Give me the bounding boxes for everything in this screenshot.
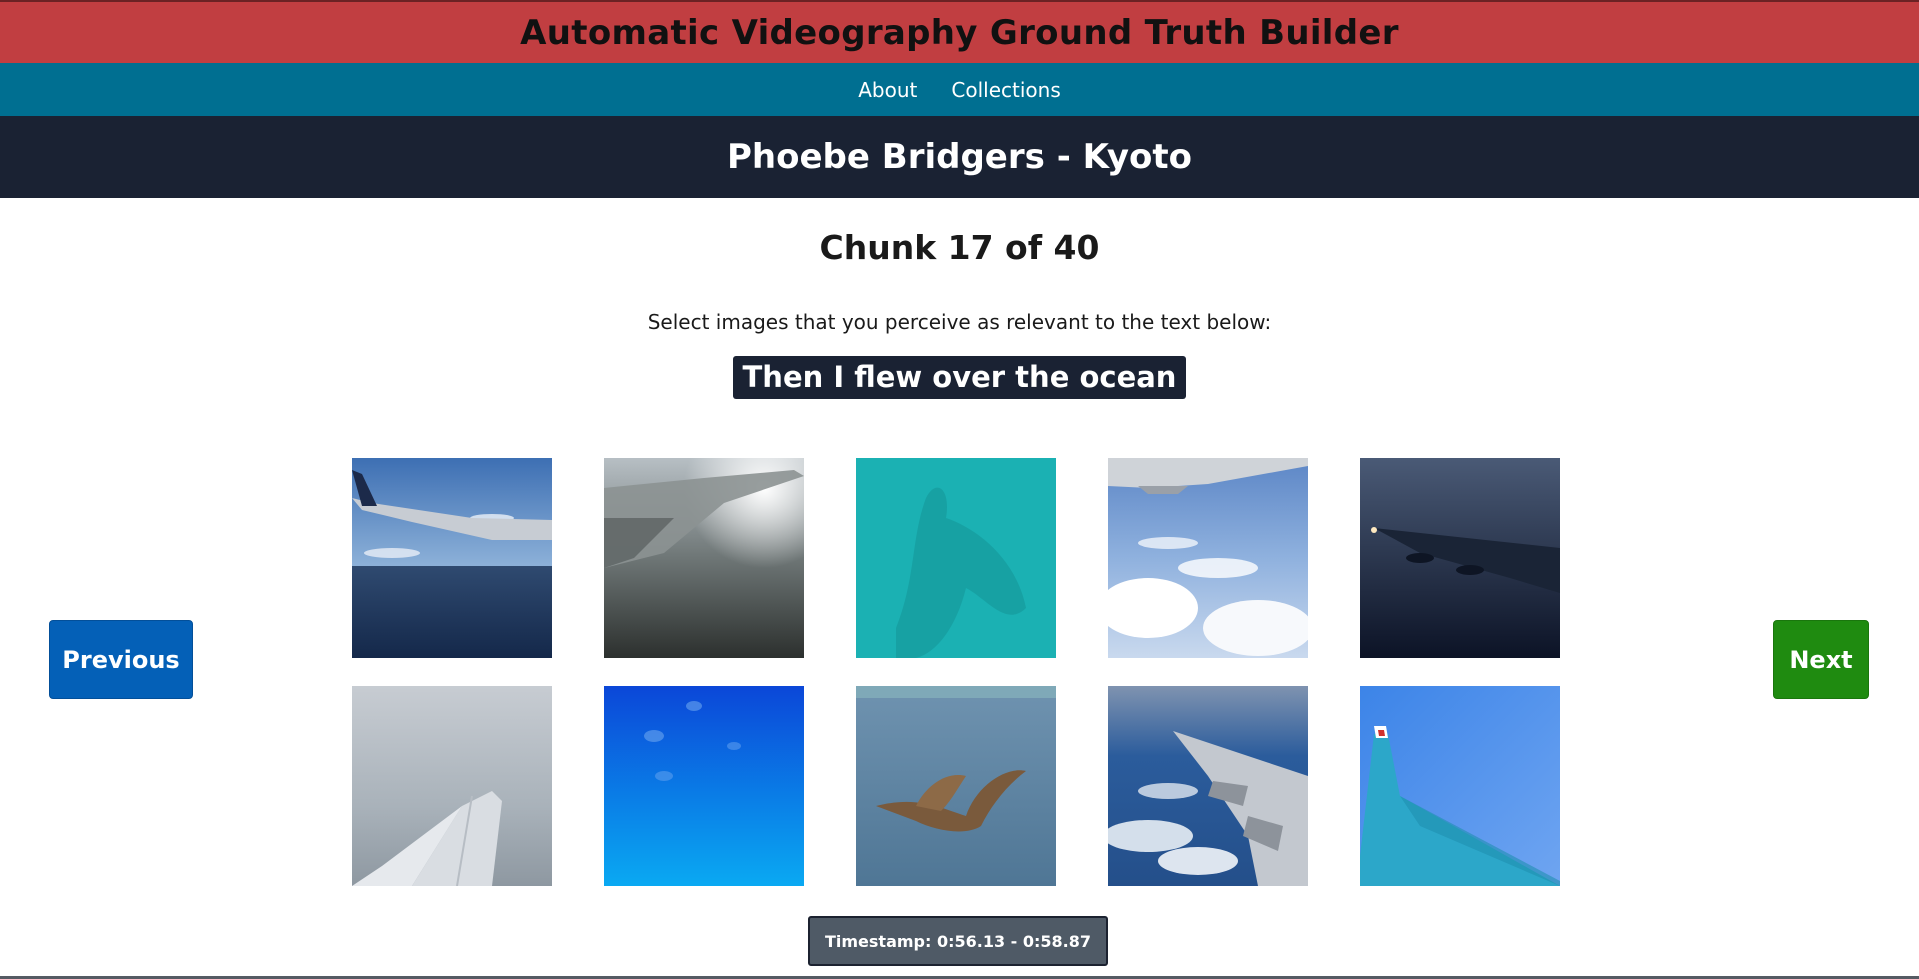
image-tile[interactable] xyxy=(352,458,552,658)
blue-sky-underwater-image xyxy=(604,686,804,886)
main-nav: About Collections xyxy=(0,63,1919,116)
lyric-container: Then I flew over the ocean xyxy=(0,356,1919,399)
image-tile[interactable] xyxy=(1360,458,1560,658)
image-grid xyxy=(352,458,1560,886)
next-button[interactable]: Next xyxy=(1773,620,1869,699)
turquoise-water-shadow-image xyxy=(856,458,1056,658)
app-title: Automatic Videography Ground Truth Build… xyxy=(520,12,1399,53)
video-title-bar: Phoebe Bridgers - Kyoto xyxy=(0,116,1919,198)
airplane-wing-overcast-image xyxy=(352,686,552,886)
image-tile[interactable] xyxy=(604,458,804,658)
image-tile[interactable] xyxy=(1108,686,1308,886)
timestamp-label: Timestamp: 0:56.13 - 0:58.87 xyxy=(808,916,1108,966)
timestamp-container: Timestamp: 0:56.13 - 0:58.87 xyxy=(0,916,1919,966)
airplane-wing-flaps-clouds-image xyxy=(1108,686,1308,886)
image-tile[interactable] xyxy=(856,686,1056,886)
instruction-text: Select images that you perceive as relev… xyxy=(647,310,1272,334)
lyric-text: Then I flew over the ocean xyxy=(732,356,1187,399)
image-tile[interactable] xyxy=(1360,686,1560,886)
image-tile[interactable] xyxy=(856,458,1056,658)
nav-link-about[interactable]: About xyxy=(858,78,917,102)
airplane-wing-night-image xyxy=(1360,458,1560,658)
video-title: Phoebe Bridgers - Kyoto xyxy=(727,137,1192,177)
airplane-wing-over-sea-image xyxy=(352,458,552,658)
nav-link-collections[interactable]: Collections xyxy=(951,78,1060,102)
image-tile[interactable] xyxy=(352,686,552,886)
pelican-over-ocean-image xyxy=(856,686,1056,886)
previous-button[interactable]: Previous xyxy=(49,620,193,699)
turquoise-winglet-sky-image xyxy=(1360,686,1560,886)
airplane-wing-over-clouds-image xyxy=(1108,458,1308,658)
image-tile[interactable] xyxy=(1108,458,1308,658)
app-header: Automatic Videography Ground Truth Build… xyxy=(0,0,1919,63)
airplane-wing-hazy-sun-image xyxy=(604,458,804,658)
image-tile[interactable] xyxy=(604,686,804,886)
chunk-heading: Chunk 17 of 40 xyxy=(819,228,1100,267)
